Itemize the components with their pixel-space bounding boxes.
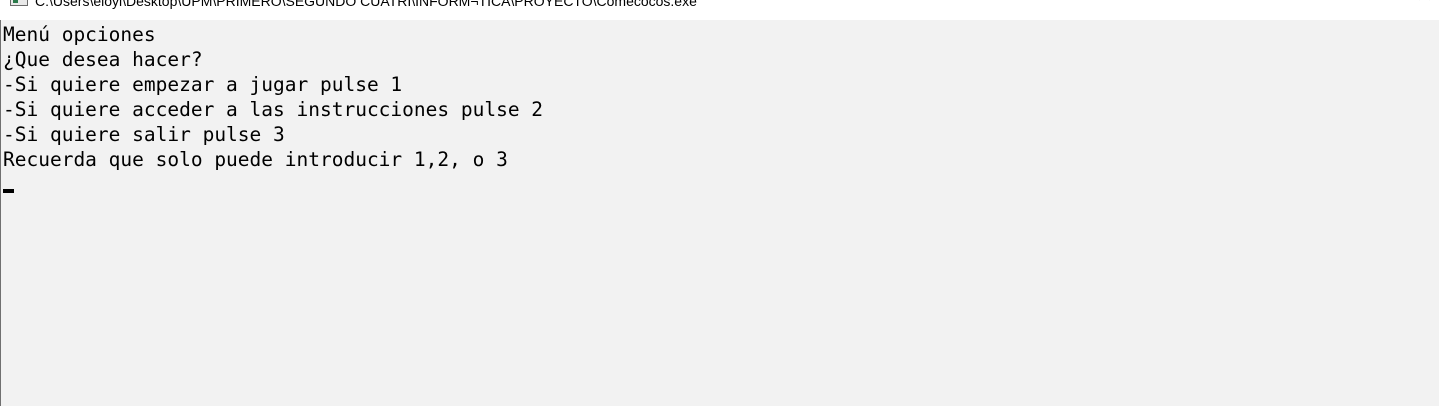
console-line-option-exit: -Si quiere salir pulse 3 bbox=[3, 123, 285, 146]
console-output[interactable]: Menú opciones ¿Que desea hacer? -Si quie… bbox=[0, 20, 1439, 406]
console-line-menu-title: Menú opciones bbox=[3, 23, 156, 46]
console-line-reminder: Recuerda que solo puede introducir 1,2, … bbox=[3, 148, 508, 171]
console-line-option-instructions: -Si quiere acceder a las instrucciones p… bbox=[3, 98, 544, 121]
close-icon bbox=[1418, 0, 1432, 1]
title-bar[interactable]: C:\Users\eloyl\Desktop\UPM\PRIMERO\SEGUN… bbox=[0, 0, 1439, 20]
maximize-button[interactable] bbox=[1350, 0, 1396, 10]
window-title: C:\Users\eloyl\Desktop\UPM\PRIMERO\SEGUN… bbox=[35, 0, 697, 9]
minimize-button[interactable] bbox=[1292, 0, 1338, 10]
console-line-question: ¿Que desea hacer? bbox=[3, 48, 203, 71]
console-window: C:\Users\eloyl\Desktop\UPM\PRIMERO\SEGUN… bbox=[0, 0, 1439, 406]
text-cursor bbox=[3, 189, 14, 193]
close-button[interactable] bbox=[1404, 0, 1439, 10]
console-line-option-play: -Si quiere empezar a jugar pulse 1 bbox=[3, 73, 403, 96]
console-app-icon[interactable] bbox=[10, 0, 28, 6]
